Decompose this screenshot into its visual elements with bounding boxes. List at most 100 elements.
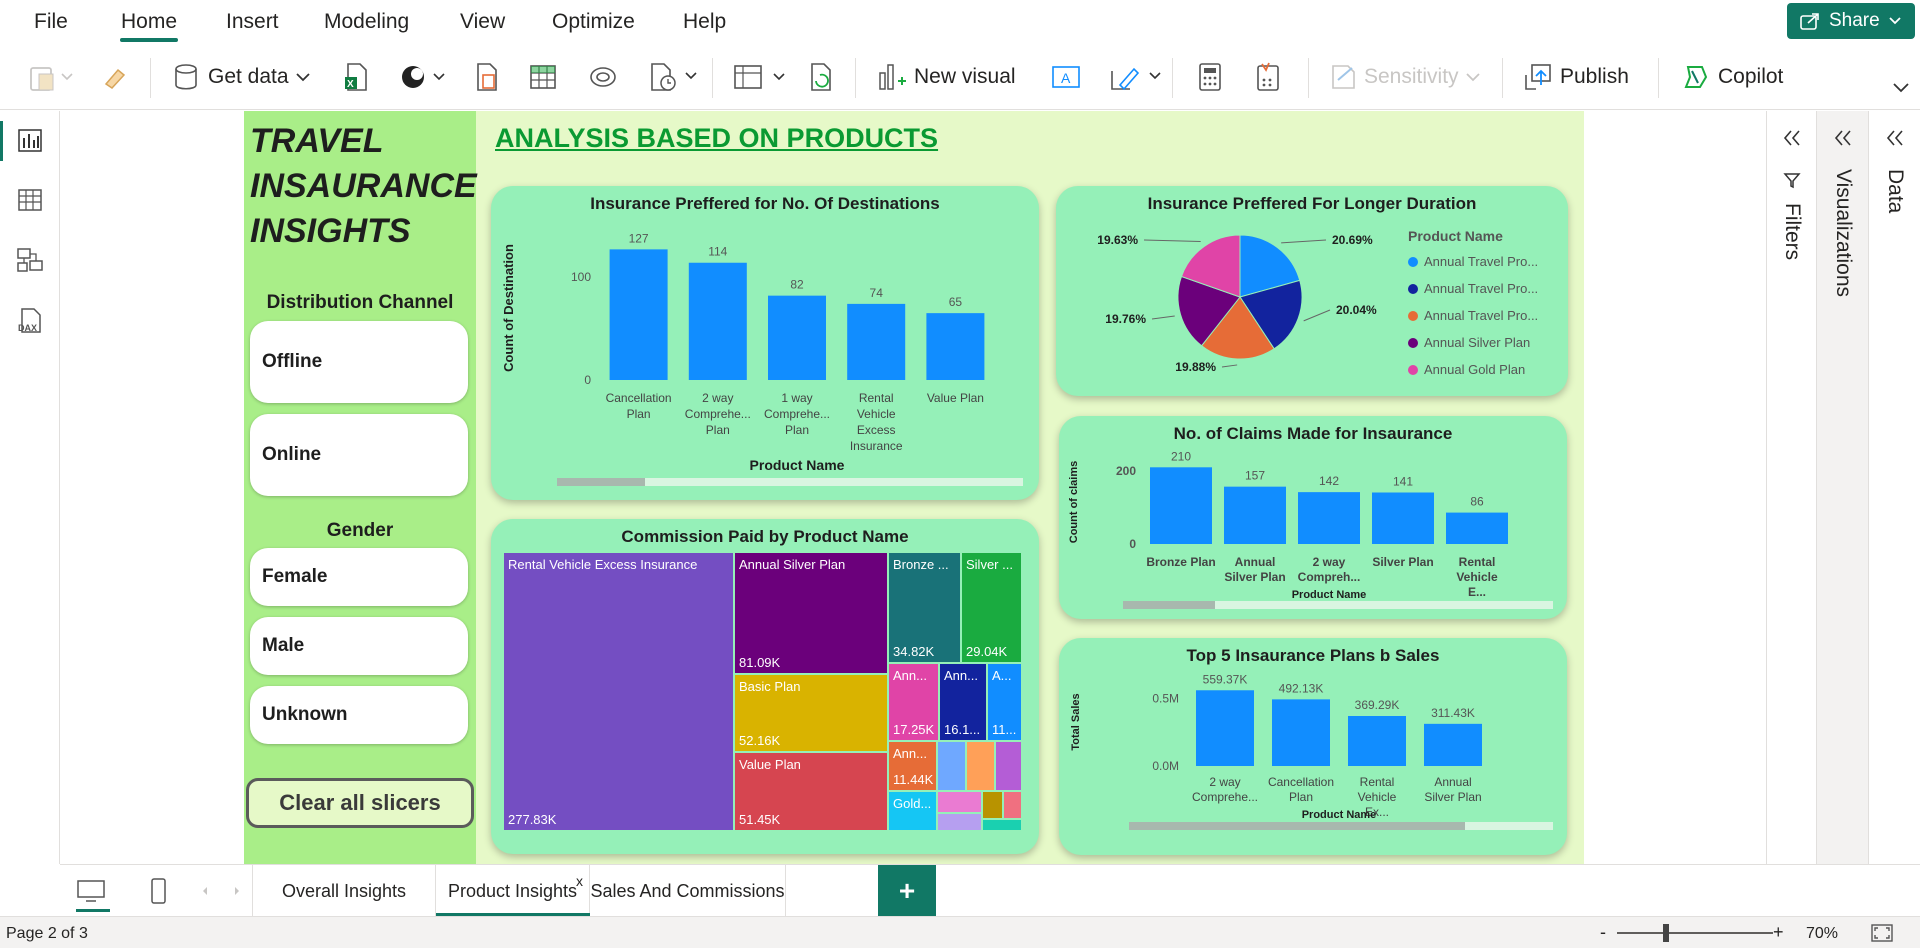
chevron-right-icon[interactable] xyxy=(232,885,242,897)
bar[interactable] xyxy=(1196,690,1254,766)
treemap-tile[interactable]: Ann... 17.25K xyxy=(889,664,938,740)
mobile-layout-icon[interactable] xyxy=(150,877,168,905)
treemap-tile[interactable]: A... 11... xyxy=(988,664,1021,740)
menu-help[interactable]: Help xyxy=(683,10,726,34)
desktop-layout-icon[interactable] xyxy=(76,879,108,903)
bar[interactable] xyxy=(1424,723,1482,766)
bar[interactable] xyxy=(1298,492,1360,544)
bar[interactable] xyxy=(768,295,826,380)
treemap-tile[interactable] xyxy=(938,742,965,790)
menu-home[interactable]: Home xyxy=(121,10,177,34)
tab-overall-insights[interactable]: Overall Insights xyxy=(252,865,436,917)
bar[interactable] xyxy=(1446,512,1508,544)
expand-double-chevron-icon[interactable] xyxy=(1885,129,1905,147)
zoom-slider-thumb[interactable] xyxy=(1663,924,1669,942)
menu-insert[interactable]: Insert xyxy=(226,10,279,34)
horizontal-scrollbar[interactable] xyxy=(1123,601,1553,609)
bar[interactable] xyxy=(847,303,906,380)
expand-double-chevron-icon[interactable] xyxy=(1833,129,1853,147)
close-tab-icon[interactable]: x xyxy=(576,873,583,889)
sql-button[interactable] xyxy=(472,59,502,95)
treemap-tile[interactable]: Value Plan 51.45K xyxy=(735,753,887,830)
bar[interactable] xyxy=(1224,486,1286,544)
bar[interactable] xyxy=(609,249,668,380)
claims-chart-card[interactable]: No. of Claims Made for Insaurance 210 Bro… xyxy=(1059,416,1567,619)
sales-chart-card[interactable]: Top 5 Insaurance Plans b Sales 559.37K 2 … xyxy=(1059,638,1567,855)
tab-product-insights[interactable]: Product Insights x xyxy=(436,865,590,917)
treemap-tile[interactable] xyxy=(983,792,1002,818)
slicer-option-unknown[interactable]: Unknown xyxy=(250,686,468,744)
treemap-tile[interactable] xyxy=(938,792,981,812)
refresh-button[interactable] xyxy=(806,59,836,95)
treemap-tile[interactable]: Annual Silver Plan 81.09K xyxy=(735,553,887,673)
treemap-tile[interactable]: Rental Vehicle Excess Insurance 277.83K xyxy=(504,553,733,830)
menu-view[interactable]: View xyxy=(460,10,505,34)
legend-item[interactable]: Annual Travel Pro... xyxy=(1408,248,1538,275)
fit-to-page-icon[interactable] xyxy=(1870,923,1894,943)
data-pane[interactable]: Data xyxy=(1868,111,1920,864)
zoom-in-button[interactable]: + xyxy=(1773,922,1784,943)
recent-sources-button[interactable] xyxy=(648,59,698,95)
menu-optimize[interactable]: Optimize xyxy=(552,10,635,34)
zoom-out-button[interactable]: - xyxy=(1600,922,1606,943)
bar[interactable] xyxy=(688,262,747,380)
bar[interactable] xyxy=(926,313,985,380)
slicer-option-offline[interactable]: Offline xyxy=(250,321,468,403)
treemap-tile[interactable] xyxy=(996,742,1021,790)
expand-double-chevron-icon[interactable] xyxy=(1782,129,1802,147)
new-measure-button[interactable] xyxy=(1196,59,1224,95)
collapse-ribbon-button[interactable] xyxy=(1892,70,1910,106)
dax-query-view-icon[interactable]: DAX xyxy=(16,306,44,334)
legend-item[interactable]: Annual Gold Plan xyxy=(1408,356,1538,383)
dataverse-button[interactable] xyxy=(400,59,446,95)
horizontal-scrollbar[interactable] xyxy=(1129,822,1553,830)
treemap-tile[interactable] xyxy=(938,814,981,830)
treemap-tile[interactable] xyxy=(983,820,1021,830)
bar[interactable] xyxy=(1372,492,1434,544)
slicer-option-female[interactable]: Female xyxy=(250,548,468,606)
treemap-tile[interactable] xyxy=(1004,792,1021,818)
quick-measure-button[interactable] xyxy=(1254,59,1282,95)
text-box-button[interactable]: A xyxy=(1050,59,1082,95)
table-view-icon[interactable] xyxy=(16,186,44,214)
duration-pie-card[interactable]: Insurance Preffered For Longer Duration … xyxy=(1056,186,1568,396)
treemap-tile[interactable] xyxy=(967,742,994,790)
filters-pane[interactable]: Filters xyxy=(1766,111,1816,864)
bar[interactable] xyxy=(1272,699,1330,766)
treemap-tile[interactable]: Basic Plan 52.16K xyxy=(735,675,887,751)
horizontal-scrollbar[interactable] xyxy=(557,478,1023,486)
treemap-tile[interactable]: Gold... xyxy=(889,792,936,830)
report-view-icon[interactable] xyxy=(16,126,44,154)
excel-button[interactable]: X xyxy=(342,59,372,95)
bar[interactable] xyxy=(1150,467,1212,544)
transform-data-button[interactable] xyxy=(732,59,788,95)
new-visual-button[interactable]: New visual xyxy=(876,59,1016,95)
sensitivity-button[interactable]: Sensitivity xyxy=(1328,59,1481,95)
model-view-icon[interactable] xyxy=(16,246,44,274)
treemap-tile[interactable]: Ann... 16.1... xyxy=(940,664,986,740)
tab-sales-and-commissions[interactable]: Sales And Commissions xyxy=(590,865,786,917)
zoom-slider-track[interactable] xyxy=(1617,932,1773,934)
format-painter-button[interactable] xyxy=(100,59,128,95)
treemap-tile[interactable]: Silver ... 29.04K xyxy=(962,553,1021,662)
commission-treemap-card[interactable]: Commission Paid by Product Name Rental V… xyxy=(491,519,1039,854)
enter-data-button[interactable] xyxy=(528,59,558,95)
legend-item[interactable]: Annual Silver Plan xyxy=(1408,329,1538,356)
clear-all-slicers-button[interactable]: Clear all slicers xyxy=(246,778,474,828)
menu-modeling[interactable]: Modeling xyxy=(324,10,409,34)
bar[interactable] xyxy=(1348,716,1406,766)
slicer-option-male[interactable]: Male xyxy=(250,617,468,675)
treemap-tile[interactable]: Bronze ... 34.82K xyxy=(889,553,960,662)
more-visuals-button[interactable] xyxy=(1108,59,1166,95)
menu-file[interactable]: File xyxy=(34,10,68,34)
copilot-button[interactable]: Copilot xyxy=(1680,59,1783,95)
destinations-chart-card[interactable]: Insurance Preffered for No. Of Destinati… xyxy=(491,186,1039,500)
publish-button[interactable]: Publish xyxy=(1522,59,1629,95)
add-page-button[interactable]: + xyxy=(878,865,936,917)
chevron-left-icon[interactable] xyxy=(200,885,210,897)
share-button[interactable]: Share xyxy=(1787,3,1915,39)
legend-item[interactable]: Annual Travel Pro... xyxy=(1408,275,1538,302)
slicer-option-online[interactable]: Online xyxy=(250,414,468,496)
legend-item[interactable]: Annual Travel Pro... xyxy=(1408,302,1538,329)
dataflow-button[interactable] xyxy=(588,59,618,95)
